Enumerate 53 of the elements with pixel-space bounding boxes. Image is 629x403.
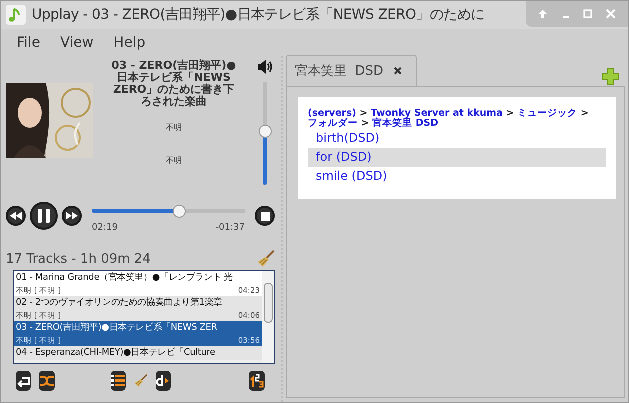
forward-icon	[66, 212, 78, 220]
sort-button[interactable]	[249, 371, 266, 391]
breadcrumb-link[interactable]: (servers)	[308, 108, 356, 119]
menu-item[interactable]: View	[50, 34, 104, 50]
list-icon	[111, 375, 126, 387]
track-title: 03 - ZERO(吉田翔平)●日本テレビ系「NEWS ZERO」のために書き下ろされた楽曲	[110, 60, 238, 108]
numbers-icon	[249, 373, 266, 389]
forward-button[interactable]	[62, 206, 82, 226]
breadcrumb-link[interactable]: ミュージック	[518, 108, 578, 119]
folder-item[interactable]: smile (DSD)	[308, 167, 606, 186]
playlist-summary: 17 Tracks - 1h 09m 24	[6, 252, 151, 266]
breadcrumb-separator: >	[360, 108, 368, 119]
repeat-button[interactable]	[16, 371, 32, 391]
shuffle-button[interactable]	[39, 371, 55, 391]
repeat-icon	[16, 375, 31, 387]
track-name: 02 - 2つのヴァイオリンのための協奏曲より第1楽章	[16, 296, 224, 310]
breadcrumb-separator: >	[506, 108, 514, 119]
menu-item[interactable]: Help	[104, 34, 156, 50]
close-icon[interactable]	[394, 67, 402, 75]
breadcrumb-link[interactable]: 宮本笑里 DSD	[372, 118, 439, 129]
window-title: Upplay - 03 - ZERO(吉田翔平)●日本テレビ系「NEWS ZERO」のために	[32, 6, 485, 24]
stop-button[interactable]	[255, 206, 275, 226]
artist-text: 不明	[166, 122, 182, 133]
browser-tab[interactable]: 宮本笑里 DSD	[286, 55, 417, 86]
d-logo-icon	[156, 374, 170, 388]
breadcrumb-separator: >	[361, 118, 370, 129]
play-pause-button[interactable]	[30, 202, 58, 230]
track-name: 01 - Marina Grande（宮本笑里）●「レンブラント 光	[16, 272, 234, 285]
tab-label: 宮本笑里 DSD	[295, 63, 384, 80]
album-text: 不明	[166, 155, 182, 166]
broom-icon[interactable]	[134, 372, 148, 390]
rewind-icon	[10, 212, 22, 220]
breadcrumb-link[interactable]: フォルダー	[308, 118, 358, 129]
menu-item[interactable]: File	[7, 34, 50, 50]
track-name: 04 - Esperanza(CHI-MEY)●日本テレビ「Culture	[16, 346, 216, 360]
folder-item[interactable]: for (DSD)	[308, 148, 606, 167]
scrollbar-thumb[interactable]	[264, 283, 272, 323]
shuffle-icon	[40, 375, 54, 387]
app-logo-icon	[6, 5, 26, 25]
folder-item[interactable]: birth(DSD)	[308, 129, 606, 148]
stop-icon	[260, 212, 270, 220]
rewind-button[interactable]	[6, 206, 26, 226]
pause-icon	[38, 209, 50, 223]
breadcrumb-separator: >	[580, 108, 589, 119]
elapsed-time: 02:19	[92, 222, 118, 233]
playlist-row[interactable]: 04 - Esperanza(CHI-MEY)●日本テレビ「Culture	[14, 346, 262, 360]
track-name: 03 - ZERO(吉田翔平)●日本テレビ系「NEWS ZER	[16, 322, 218, 335]
remaining-time: -01:37	[216, 222, 245, 233]
playlist-button[interactable]	[110, 371, 126, 391]
dmcontrol-button[interactable]	[156, 371, 172, 391]
clear-broom-icon[interactable]	[257, 250, 275, 268]
breadcrumb-link[interactable]: Twonky Server at kkuma	[371, 108, 503, 119]
volume-icon[interactable]	[257, 60, 273, 74]
